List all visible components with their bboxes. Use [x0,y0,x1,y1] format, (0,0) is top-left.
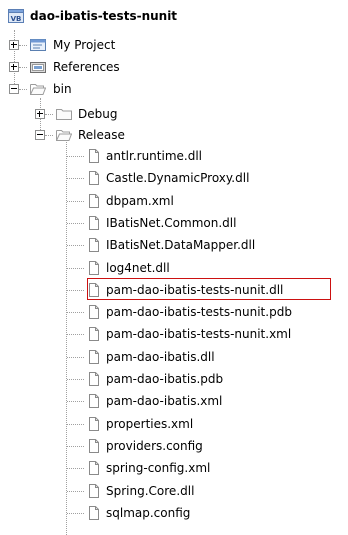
tree-line [67,401,84,402]
file-icon [89,305,99,319]
file-label: IBatisNet.Common.dll [106,216,237,230]
file-item[interactable]: log4net.dll [0,258,348,279]
file-icon [89,484,99,498]
tree-line [19,89,27,90]
tree-node-references[interactable]: References [0,57,348,78]
solution-explorer-tree: VB dao-ibatis-tests-nunit My Project Ref… [0,0,348,535]
file-item[interactable]: antlr.runtime.dll [0,146,348,167]
tree-line [67,513,84,514]
expand-toggle[interactable] [35,109,45,119]
file-label: Castle.DynamicProxy.dll [106,171,250,185]
file-item[interactable]: sqlmap.config [0,503,348,524]
expand-toggle[interactable] [9,40,19,50]
tree-node-release[interactable]: Release [0,125,348,146]
file-label: IBatisNet.DataMapper.dll [106,238,256,252]
node-label: My Project [53,38,116,52]
tree-line [67,245,84,246]
properties-icon [30,39,46,51]
file-icon [89,261,99,275]
file-label: properties.xml [106,417,194,431]
file-label: Spring.Core.dll [106,484,195,498]
tree-line [67,201,84,202]
file-label: spring-config.xml [106,461,211,475]
file-item[interactable]: dbpam.xml [0,191,348,212]
file-icon [89,461,99,475]
file-label: antlr.runtime.dll [106,149,202,163]
file-icon [89,394,99,408]
node-label: Debug [78,107,118,121]
tree-node-my-project[interactable]: My Project [0,35,348,56]
file-icon [89,350,99,364]
file-item[interactable]: properties.xml [0,414,348,435]
tree-line [67,223,84,224]
node-label: References [53,60,120,74]
tree-line [67,312,84,313]
references-icon [30,62,46,73]
collapse-toggle[interactable] [9,84,19,94]
svg-text:VB: VB [11,15,22,23]
tree-node-bin[interactable]: bin [0,79,348,100]
folder-open-icon [56,130,72,141]
file-label: pam-dao-ibatis.dll [106,350,215,364]
file-item[interactable]: pam-dao-ibatis-tests-nunit.pdb [0,302,348,323]
file-item[interactable]: pam-dao-ibatis.pdb [0,369,348,390]
folder-open-icon [30,84,46,95]
file-item[interactable]: pam-dao-ibatis.xml [0,391,348,412]
file-label: pam-dao-ibatis.pdb [106,372,224,386]
file-label: log4net.dll [106,261,170,275]
tree-line [67,491,84,492]
file-item[interactable]: pam-dao-ibatis.dll [0,347,348,368]
tree-line [67,178,84,179]
tree-node-debug[interactable]: Debug [0,104,348,125]
file-item[interactable]: spring-config.xml [0,458,348,479]
tree-line [45,114,53,115]
file-label: sqlmap.config [106,506,191,520]
file-item[interactable]: Castle.DynamicProxy.dll [0,168,348,189]
tree-line [67,379,84,380]
file-label: providers.config [106,439,203,453]
tree-line [45,135,53,136]
tree-line [67,468,84,469]
tree-line [67,357,84,358]
file-icon [89,417,99,431]
node-label: Release [78,128,125,142]
file-label: pam-dao-ibatis-tests-nunit.xml [106,327,292,341]
file-item[interactable]: pam-dao-ibatis-tests-nunit.xml [0,324,348,345]
file-item[interactable]: Spring.Core.dll [0,481,348,502]
project-root-node[interactable]: VB dao-ibatis-tests-nunit [0,5,348,26]
vb-project-icon: VB [8,9,24,23]
file-icon [89,194,99,208]
expand-toggle[interactable] [9,62,19,72]
file-label: pam-dao-ibatis.xml [106,394,223,408]
tree-line [67,156,84,157]
file-item[interactable]: IBatisNet.DataMapper.dll [0,235,348,256]
file-icon [89,372,99,386]
file-icon [89,506,99,520]
tree-line [67,290,84,291]
tree-line [67,446,84,447]
file-label: dbpam.xml [106,194,174,208]
file-icon [89,238,99,252]
collapse-toggle[interactable] [35,130,45,140]
tree-line [67,424,84,425]
tree-line [67,268,84,269]
file-icon [89,327,99,341]
selection-highlight-box [87,278,331,300]
file-label: pam-dao-ibatis-tests-nunit.pdb [106,305,292,319]
file-icon [89,439,99,453]
file-item[interactable]: IBatisNet.Common.dll [0,213,348,234]
node-label: bin [53,82,72,96]
file-icon [89,149,99,163]
project-name: dao-ibatis-tests-nunit [30,9,178,23]
tree-line [19,45,27,46]
folder-icon [56,109,72,120]
file-icon [89,216,99,230]
file-icon [89,171,99,185]
tree-line [67,334,84,335]
file-item[interactable]: providers.config [0,436,348,457]
tree-line [19,67,27,68]
